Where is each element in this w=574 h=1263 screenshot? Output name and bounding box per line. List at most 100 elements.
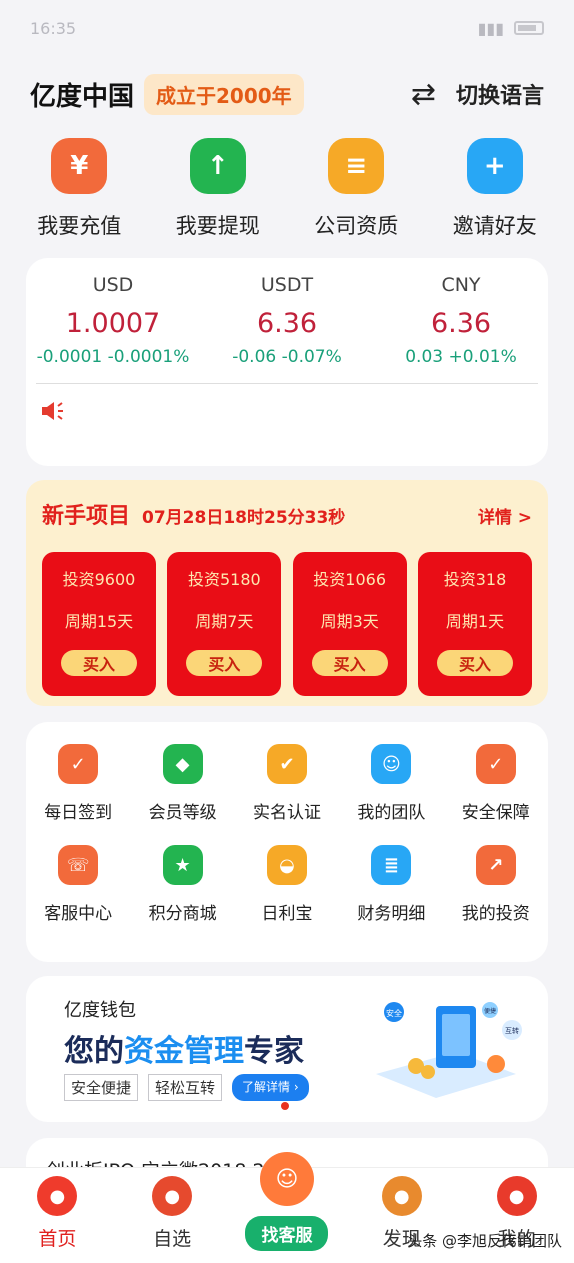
wallet-illustration-icon: 安全 便捷 互转 — [376, 1002, 522, 1098]
rate-column[interactable]: CNY 6.36 0.03 +0.01% — [374, 274, 548, 367]
plan-amount: 投资1066 — [313, 570, 387, 589]
find-support-button[interactable]: 找客服 — [245, 1216, 329, 1251]
verified-user-icon: ✔ — [266, 744, 307, 784]
plan-period: 周期15天 — [64, 612, 134, 631]
service-label: 积分商城 — [148, 904, 217, 924]
tab-label: 自选 — [153, 1228, 192, 1250]
quick-action-label: 我要充值 — [37, 214, 122, 238]
service-item[interactable]: ✓ 每日签到 — [26, 744, 130, 823]
service-item[interactable]: ☺ 我的团队 — [339, 744, 443, 823]
rate-change: -0.0001 -0.0001% — [36, 347, 190, 367]
currency-name: USD — [92, 274, 134, 296]
exchange-rates-card: USD 1.0007 -0.0001 -0.0001% USDT 6.36 -0.06 -… — [26, 258, 548, 466]
plan-period: 周期3天 — [320, 612, 379, 631]
banner-tag: 轻松互转 — [148, 1074, 223, 1101]
calendar-check-icon: ✓ — [58, 744, 99, 784]
plan-period: 周期1天 — [445, 612, 505, 631]
service-item[interactable]: ≣ 财务明细 — [339, 845, 443, 924]
wallet-banner[interactable]: 亿度钱包 您的资金管理专家 安全便捷 轻松互转 了解详情 › 安全 便捷 互转 — [26, 976, 548, 1122]
investment-icon: ↗ — [475, 845, 516, 885]
banner-title: 您的资金管理专家 — [64, 1026, 304, 1070]
service-item[interactable]: ✓ 安全保障 — [444, 744, 548, 823]
quick-action-2[interactable]: ↑ 我要提现 — [153, 138, 283, 240]
rate-value: 6.36 — [256, 308, 318, 339]
quick-actions: ¥ 我要充值 ↑ 我要提现 ≡ 公司资质 + 邀请好友 — [0, 126, 574, 240]
carousel-indicator — [281, 1102, 289, 1110]
plan-card[interactable]: 投资5180 周期7天 买入 — [167, 552, 282, 696]
details-link[interactable]: 详情 > — [478, 503, 532, 528]
service-label: 我的投资 — [461, 904, 530, 924]
swap-arrows-icon[interactable]: ⇄ — [411, 77, 436, 112]
wallet-icon: ¥ — [51, 138, 108, 194]
team-icon: ☺ — [371, 744, 412, 784]
speaker-icon[interactable] — [40, 400, 66, 422]
banner-subtitle: 亿度钱包 — [64, 1000, 136, 1021]
ingot-icon: ◒ — [266, 845, 307, 885]
services-grid: ✓ 每日签到 ◆ 会员等级 ✔ 实名认证 ☺ 我的团队 ✓ 安全保障 ☏ 客服中心 ★ 积分商城 ◒ 日利宝 ≣… — [26, 722, 548, 962]
status-icons: ▮▮▮ — [478, 19, 544, 38]
novice-projects: 新手项目 07月28日18时25分33秒 详情 > 投资9600 周期15天 买入投… — [26, 480, 548, 706]
tab-2[interactable]: ● 自选 — [122, 1176, 222, 1251]
battery-icon — [514, 21, 544, 35]
diamond-icon: ◆ — [162, 744, 203, 784]
quick-action-label: 公司资质 — [314, 214, 399, 238]
quick-action-1[interactable]: ¥ 我要充值 — [14, 138, 144, 240]
currency-name: CNY — [441, 274, 481, 296]
buy-button[interactable]: 买入 — [311, 650, 388, 676]
rate-value: 1.0007 — [65, 308, 161, 339]
discover-icon: ● — [381, 1176, 422, 1216]
buy-button[interactable]: 买入 — [436, 650, 513, 676]
plan-amount: 投资9600 — [62, 570, 136, 589]
tab-1[interactable]: ● 首页 — [7, 1176, 107, 1251]
signal-icon: ▮▮▮ — [477, 18, 504, 38]
withdraw-icon: ↑ — [189, 138, 246, 194]
switch-language-button[interactable]: 切换语言 — [456, 78, 544, 110]
service-item[interactable]: ☏ 客服中心 — [26, 845, 130, 924]
fu-icon: ● — [152, 1176, 193, 1216]
service-item[interactable]: ✔ 实名认证 — [235, 744, 339, 823]
rate-column[interactable]: USD 1.0007 -0.0001 -0.0001% — [26, 274, 200, 367]
art-label: 安全 — [386, 1008, 402, 1018]
service-label: 我的团队 — [357, 803, 426, 823]
buy-button[interactable]: 买入 — [61, 650, 137, 676]
status-time: 16:35 — [30, 18, 77, 38]
buy-button[interactable]: 买入 — [186, 650, 263, 676]
headset-icon: ☏ — [58, 845, 99, 885]
service-label: 实名认证 — [252, 803, 321, 823]
service-item[interactable]: ◒ 日利宝 — [235, 845, 339, 924]
plan-card[interactable]: 投资1066 周期3天买入 — [292, 552, 407, 696]
tab-label: 首页 — [38, 1228, 77, 1250]
rate-change: 0.03 +0.01% — [405, 347, 517, 367]
service-item[interactable]: ↗ 我的投资 — [444, 845, 548, 924]
founded-badge: 成立于2000年 — [144, 73, 304, 115]
tab-3[interactable]: ☺ 找客服 — [237, 1152, 337, 1251]
service-label: 日利宝 — [261, 904, 313, 924]
watermark: 头条 @李旭反传销团队 — [407, 1232, 562, 1250]
header: 亿度中国 成立于2000年 ⇄ 切换语言 — [0, 62, 574, 126]
quick-action-label: 我要提现 — [175, 214, 260, 238]
service-label: 每日签到 — [44, 803, 113, 823]
lion-mascot-icon: ☺ — [259, 1152, 314, 1206]
plan-amount: 投资318 — [443, 570, 507, 589]
service-item[interactable]: ★ 积分商城 — [130, 845, 234, 924]
banner-title-part: 专家 — [244, 1034, 304, 1069]
quick-action-4[interactable]: + 邀请好友 — [430, 138, 560, 240]
plan-card[interactable]: 投资318 周期1天买入 — [417, 552, 532, 696]
rate-value: 6.36 — [430, 308, 492, 339]
divider — [36, 383, 538, 384]
star-icon: ★ — [162, 845, 203, 885]
service-label: 会员等级 — [148, 803, 217, 823]
add-user-icon: + — [466, 138, 523, 194]
service-item[interactable]: ◆ 会员等级 — [130, 744, 234, 823]
home-fan-icon: ● — [37, 1176, 78, 1216]
quick-action-label: 邀请好友 — [452, 214, 537, 238]
novice-title: 新手项目 — [42, 504, 131, 529]
plan-card[interactable]: 投资9600 周期15天买入 — [42, 552, 156, 696]
rate-change: -0.06 -0.07% — [232, 347, 342, 367]
service-label: 客服中心 — [44, 904, 113, 924]
art-label: 互转 — [505, 1026, 519, 1035]
quick-action-3[interactable]: ≡ 公司资质 — [291, 138, 421, 240]
shield-icon: ✓ — [475, 744, 516, 784]
learn-more-button[interactable]: 了解详情 › — [232, 1074, 309, 1101]
rate-column[interactable]: USDT 6.36 -0.06 -0.07% — [200, 274, 374, 367]
